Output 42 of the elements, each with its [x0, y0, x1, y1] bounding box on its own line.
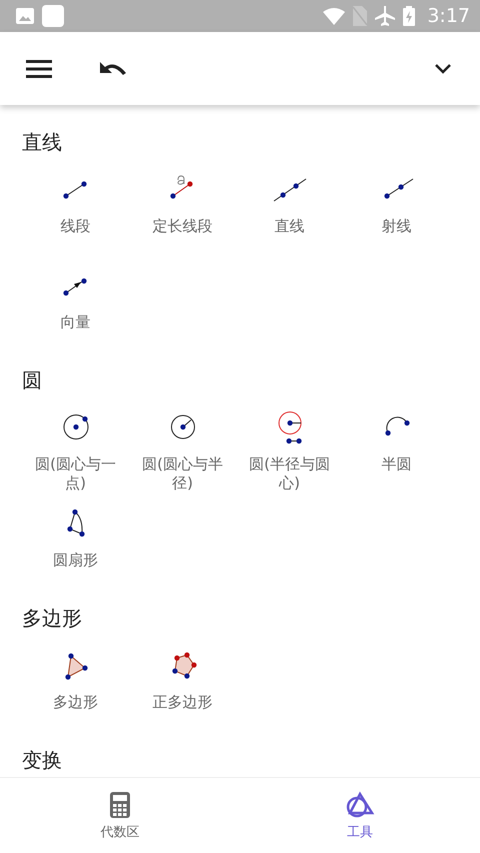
triangle-icon	[64, 653, 88, 680]
segment-icon	[170, 176, 192, 199]
calculator-icon	[109, 790, 131, 818]
tool-button[interactable]: 直线	[236, 171, 343, 267]
status-time: 3:17	[427, 5, 470, 27]
tool-button[interactable]: 线段	[22, 171, 129, 267]
tool-button[interactable]: 圆扇形	[22, 505, 129, 601]
section-title: 直线	[22, 129, 63, 156]
nav-tab[interactable]: 工具	[240, 778, 480, 853]
airplane-icon	[375, 6, 396, 26]
section-title: 变换	[22, 747, 63, 774]
circle-icon	[170, 415, 194, 439]
tool-button[interactable]: 圆(半径与圆心)	[236, 409, 343, 505]
section-title: 圆	[22, 367, 43, 394]
ray-icon	[384, 178, 413, 199]
tool-button[interactable]: 半圆	[343, 409, 450, 505]
arc-icon	[384, 416, 410, 436]
line-icon	[273, 178, 306, 202]
tool-button[interactable]: 向量	[22, 267, 129, 363]
tool-button[interactable]: 多边形	[22, 647, 129, 743]
menu-icon	[26, 58, 52, 78]
section-title: 多边形	[22, 605, 83, 632]
battery-icon	[403, 6, 416, 26]
vector-icon	[62, 278, 86, 296]
pentagon-icon	[172, 652, 196, 679]
tool-button[interactable]: 定长线段	[129, 171, 236, 267]
tool-button[interactable]: 圆(圆心与半径)	[129, 409, 236, 505]
triangle-circle-icon	[345, 790, 375, 818]
tool-button[interactable]: 正多边形	[129, 647, 236, 743]
no-sim-icon	[353, 6, 368, 26]
tool-button[interactable]: 圆(圆心与一点)	[22, 409, 129, 505]
chevron-down-icon	[435, 64, 451, 74]
app-icon	[42, 5, 64, 27]
sector-icon	[66, 509, 84, 537]
compass-circle-icon	[278, 412, 302, 444]
image-icon	[16, 8, 34, 24]
wifi-icon	[323, 8, 346, 24]
nav-tab[interactable]: 代数区	[0, 778, 240, 853]
tool-button[interactable]: 射线	[343, 171, 450, 267]
undo-icon	[99, 60, 127, 76]
circle-icon	[63, 414, 88, 440]
segment-icon	[62, 181, 86, 199]
